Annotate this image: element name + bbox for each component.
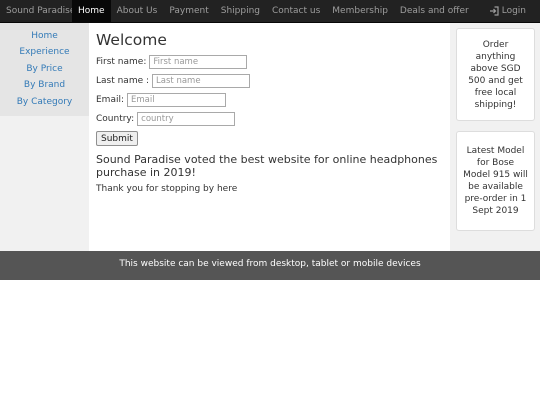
country-row: Country: <box>96 109 446 128</box>
sidebar-item-by-price[interactable]: By Price <box>0 61 89 77</box>
award-headline: Sound Paradise voted the best website fo… <box>96 153 438 179</box>
first-name-field[interactable] <box>149 54 248 69</box>
signup-form: First name: Last name : Email: Country: … <box>96 52 446 146</box>
promo-text-new-model: Latest Model for Bose Model 915 will be … <box>463 146 528 216</box>
right-sidebar: Order anything above SGD 500 and get fre… <box>450 23 540 251</box>
main-content: Welcome First name: Last name : Email: C… <box>96 30 446 195</box>
first-name-label: First name: <box>96 56 147 67</box>
sidebar-links: Home Experience By Price By Brand By Cat… <box>0 23 89 116</box>
promo-card-shipping: Order anything above SGD 500 and get fre… <box>456 28 535 121</box>
page-title: Welcome <box>96 31 167 49</box>
thanks-text: Thank you for stopping by here <box>96 184 238 194</box>
nav-item-shipping[interactable]: Shipping <box>215 0 266 22</box>
country-label: Country: <box>96 113 135 124</box>
sidebar-item-experience[interactable]: Experience <box>0 44 89 60</box>
nav-item-home[interactable]: Home <box>72 0 111 22</box>
nav-item-membership[interactable]: Membership <box>326 0 394 22</box>
sidebar-item-by-brand[interactable]: By Brand <box>0 77 89 93</box>
email-label: Email: <box>96 94 125 105</box>
left-sidebar: Home Experience By Price By Brand By Cat… <box>0 23 89 251</box>
sidebar-item-by-category[interactable]: By Category <box>0 94 89 110</box>
footer-text: This website can be viewed from desktop,… <box>119 259 421 269</box>
email-row: Email: <box>96 90 446 109</box>
login-icon <box>489 6 499 16</box>
promo-text-shipping: Order anything above SGD 500 and get fre… <box>468 39 523 110</box>
last-name-row: Last name : <box>96 71 446 90</box>
nav-item-deals-and-offer[interactable]: Deals and offer <box>394 0 475 22</box>
sidebar-item-home[interactable]: Home <box>0 28 89 44</box>
nav-item-payment[interactable]: Payment <box>163 0 214 22</box>
footer: This website can be viewed from desktop,… <box>0 251 540 280</box>
first-name-row: First name: <box>96 52 446 71</box>
submit-button[interactable]: Submit <box>96 131 138 146</box>
login-link[interactable]: Login <box>489 0 526 22</box>
top-navbar: Sound Paradise Home About Us Payment Shi… <box>0 0 540 23</box>
nav-item-contact-us[interactable]: Contact us <box>266 0 326 22</box>
email-field[interactable] <box>127 92 227 107</box>
last-name-label: Last name : <box>96 75 150 86</box>
country-field[interactable] <box>137 111 236 126</box>
nav-menu: Home About Us Payment Shipping Contact u… <box>72 0 475 22</box>
brand-name[interactable]: Sound Paradise <box>0 0 81 22</box>
login-label: Login <box>501 6 526 16</box>
last-name-field[interactable] <box>152 73 251 88</box>
nav-item-about-us[interactable]: About Us <box>111 0 164 22</box>
promo-card-new-model: Latest Model for Bose Model 915 will be … <box>456 131 535 231</box>
